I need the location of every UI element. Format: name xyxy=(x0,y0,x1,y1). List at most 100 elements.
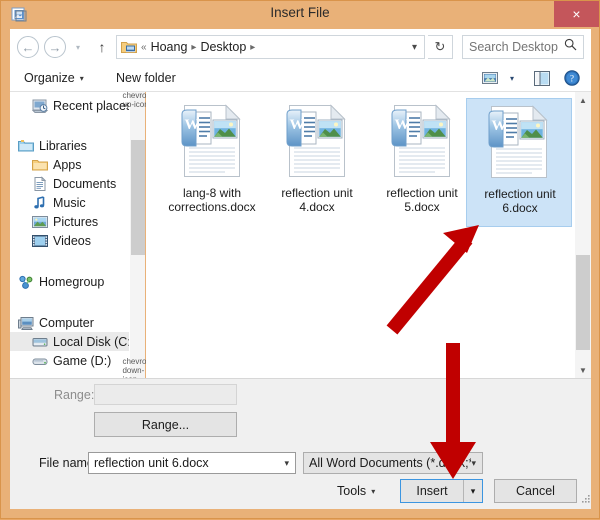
sidebar-item-music[interactable]: Music xyxy=(10,193,138,212)
sidebar-item-label: Pictures xyxy=(53,214,99,229)
svg-text:W: W xyxy=(395,117,410,133)
word-document-icon: W xyxy=(285,104,349,178)
sidebar-item-label: Apps xyxy=(53,157,82,172)
sidebar-item-label: Music xyxy=(53,195,86,210)
refresh-icon[interactable]: ↻ xyxy=(428,35,453,59)
breadcrumb-separator[interactable]: ▸ xyxy=(250,42,255,53)
range-button[interactable]: Range... xyxy=(94,412,237,437)
recent-locations-chevron-down-icon[interactable]: ▾ xyxy=(72,42,84,52)
file-tile-label: reflection unit 4.docx xyxy=(281,186,353,214)
sidebar-item-game-d[interactable]: Game (D:) xyxy=(10,351,138,370)
preview-pane-icon[interactable] xyxy=(532,69,552,87)
sidebar-item-local-disk-c[interactable]: Local Disk (C:) xyxy=(10,332,138,351)
sidebar-item-label: Game (D:) xyxy=(53,353,112,368)
drive-icon xyxy=(32,353,48,369)
breadcrumb-separator: ▸ xyxy=(191,41,197,53)
videos-icon xyxy=(32,233,48,249)
breadcrumb-prefix: « xyxy=(141,41,147,53)
search-box[interactable] xyxy=(462,35,584,59)
libraries-icon xyxy=(18,138,34,154)
file-type-filter-dropdown[interactable]: All Word Documents (*.docx;*.d ▾ xyxy=(303,452,483,474)
tools-label: Tools xyxy=(337,484,367,498)
filelist-scroll-up-button[interactable]: ▲ xyxy=(575,92,591,108)
file-tile[interactable]: Wreflection unit 5.docx xyxy=(369,98,475,227)
svg-text:?: ? xyxy=(570,74,574,84)
sidebar-scrollbar[interactable]: chevron-up-icon chevron-down-icon xyxy=(122,91,153,384)
documents-icon xyxy=(32,175,48,192)
file-type-filter-value: All Word Documents (*.docx;*.d xyxy=(309,456,472,470)
file-name-value: reflection unit 6.docx xyxy=(94,456,209,470)
svg-text:W: W xyxy=(492,118,507,134)
svg-text:W: W xyxy=(185,117,200,133)
chevron-down-icon: ▾ xyxy=(79,73,84,83)
arrow-right-icon[interactable]: → xyxy=(44,36,66,58)
sidebar-item-homegroup[interactable]: Homegroup xyxy=(10,272,138,291)
sidebar-item-libraries[interactable]: Libraries xyxy=(10,136,138,155)
sidebar-item-label: Documents xyxy=(53,176,117,191)
cancel-button[interactable]: Cancel xyxy=(494,479,577,503)
file-tile-label: lang-8 with corrections.docx xyxy=(168,186,256,214)
organize-label: Organize xyxy=(24,71,75,85)
search-input[interactable] xyxy=(469,40,561,54)
tools-button[interactable]: Tools ▾ xyxy=(337,481,375,501)
breadcrumb-item-desktop[interactable]: Desktop xyxy=(200,40,246,54)
command-toolbar: Organize ▾ New folder ▾ ? xyxy=(10,64,591,92)
filelist-scroll-thumb[interactable] xyxy=(576,255,590,350)
arrow-left-icon[interactable]: ← xyxy=(17,36,39,58)
sidebar-scroll-down-button[interactable]: chevron-down-icon xyxy=(122,357,153,384)
view-options-icon[interactable] xyxy=(480,69,500,87)
music-icon xyxy=(32,195,48,211)
dialog-footer: Range: Range... File name: reflection un… xyxy=(10,378,591,509)
file-list-scrollbar[interactable]: ▲ ▼ xyxy=(575,92,591,378)
recent-places-icon xyxy=(31,98,49,114)
breadcrumb-item-hoang[interactable]: Hoang xyxy=(151,40,188,54)
sidebar-item-label: Homegroup xyxy=(39,274,105,289)
sidebar-scroll-thumb[interactable] xyxy=(131,140,145,255)
search-icon xyxy=(564,38,577,56)
navigation-sidebar[interactable]: Recent places Libraries Apps Documents Music… xyxy=(10,92,138,378)
new-folder-label: New folder xyxy=(116,71,176,85)
file-name-field[interactable]: reflection unit 6.docx ▾ xyxy=(88,452,296,474)
organize-button[interactable]: Organize ▾ xyxy=(24,69,84,87)
help-icon[interactable]: ? xyxy=(562,69,582,87)
address-chevron-down-icon[interactable]: ▾ xyxy=(412,42,417,53)
filelist-scroll-down-button[interactable]: ▼ xyxy=(575,362,591,378)
sidebar-item-label: Libraries xyxy=(39,138,87,153)
folder-icon xyxy=(32,157,48,173)
insert-dropdown-chevron-down-icon[interactable]: ▾ xyxy=(463,480,482,502)
insert-button[interactable]: Insert ▾ xyxy=(400,479,483,503)
resize-grip-icon[interactable] xyxy=(580,492,592,504)
cancel-button-label: Cancel xyxy=(516,484,555,498)
sidebar-item-documents[interactable]: Documents xyxy=(10,174,138,193)
sidebar-scroll-up-button[interactable]: chevron-up-icon xyxy=(122,91,153,109)
sidebar-item-apps[interactable]: Apps xyxy=(10,155,138,174)
file-tile-label: reflection unit 6.docx xyxy=(484,187,556,215)
title-bar: Insert File × xyxy=(1,1,599,28)
range-button-label: Range... xyxy=(141,417,190,432)
file-name-chevron-down-icon[interactable]: ▾ xyxy=(284,458,289,469)
file-tile[interactable]: Wlang-8 with corrections.docx xyxy=(159,98,265,227)
arrow-up-icon[interactable]: ↑ xyxy=(93,38,111,56)
sidebar-item-label: Local Disk (C:) xyxy=(53,334,135,349)
file-tile-label: reflection unit 5.docx xyxy=(386,186,458,214)
address-bar[interactable]: « Hoang ▸ Desktop ▸ ▾ xyxy=(116,35,425,59)
sidebar-item-computer[interactable]: Computer xyxy=(10,313,138,332)
file-list[interactable]: Wlang-8 with corrections.docx Wreflection… xyxy=(146,92,575,378)
file-tile[interactable]: Wreflection unit 4.docx xyxy=(264,98,370,227)
range-label: Range: xyxy=(54,388,95,402)
new-folder-button[interactable]: New folder xyxy=(116,69,176,87)
sidebar-item-videos[interactable]: Videos xyxy=(10,231,138,250)
close-button[interactable]: × xyxy=(554,1,599,27)
insert-file-dialog: Insert File × ← → ▾ ↑ « Hoang ▸ Desktop … xyxy=(0,0,600,519)
navigation-bar: ← → ▾ ↑ « Hoang ▸ Desktop ▸ ▾ ↻ xyxy=(10,29,591,64)
word-document-icon: W xyxy=(487,105,551,179)
sidebar-item-recent-places[interactable]: Recent places xyxy=(10,96,138,115)
computer-icon xyxy=(18,315,34,331)
view-options-chevron-down-icon[interactable]: ▾ xyxy=(502,69,522,87)
range-input[interactable] xyxy=(94,384,237,405)
file-tile[interactable]: Wreflection unit 6.docx xyxy=(466,98,572,227)
svg-text:W: W xyxy=(290,117,305,133)
sidebar-item-label: Recent places xyxy=(53,98,133,113)
sidebar-item-label: Computer xyxy=(39,315,94,330)
sidebar-item-pictures[interactable]: Pictures xyxy=(10,212,138,231)
